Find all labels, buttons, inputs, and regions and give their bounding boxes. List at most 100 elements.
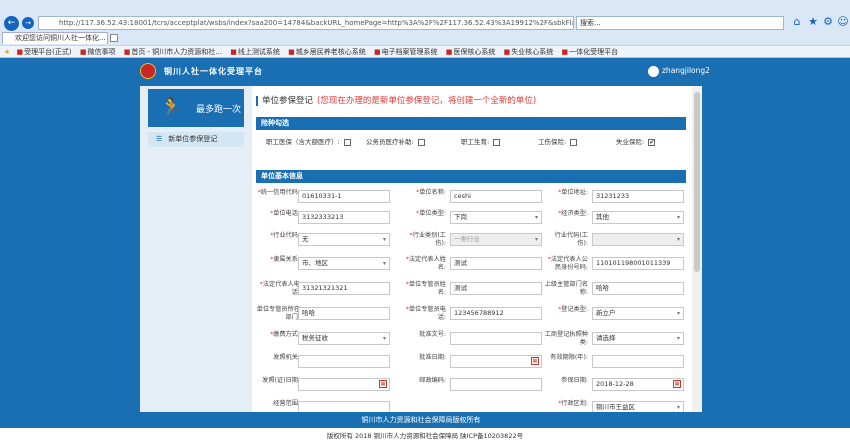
chevron-down-icon: ▾: [676, 404, 680, 411]
select-field[interactable]: 下岗 ▾: [450, 211, 542, 224]
fav-link[interactable]: ■失业核心系统: [504, 46, 554, 58]
footer-org: 铜川市人力资源和社会保障局版权所有: [140, 412, 702, 428]
input-field[interactable]: 123456788912: [450, 307, 542, 320]
forward-button[interactable]: →: [22, 17, 34, 29]
field-label: 邮政编码:: [419, 377, 446, 384]
field-label: *法定代表人电话:: [259, 281, 300, 296]
input-field: ▾: [592, 233, 684, 246]
fav-link[interactable]: ■电子档案管理系统: [374, 46, 438, 58]
field-label: *法定代表人公民身份号码:: [547, 256, 588, 271]
insurance-checkbox[interactable]: [417, 138, 425, 146]
footer-copyright: 版权所有 2018 铜川市人力资源和社会保障局 陕ICP备10203822号: [0, 428, 850, 444]
field-label: 参保日期:: [561, 377, 588, 384]
select-field[interactable]: 无 ▾: [298, 233, 390, 246]
input-field[interactable]: [298, 355, 390, 368]
field-label: 批准文号:: [419, 331, 446, 338]
date-field[interactable]: ▦: [450, 355, 542, 368]
emblem-logo: [140, 63, 156, 79]
site-header: [0, 58, 850, 86]
input-field[interactable]: 31321321321: [298, 282, 390, 295]
input-field[interactable]: 测试: [450, 257, 542, 270]
input-field: 一类行业 ▾: [450, 233, 542, 246]
chevron-down-icon: ▾: [382, 260, 386, 267]
insurance-option[interactable]: 公务员医疗补助:: [366, 136, 425, 146]
input-field[interactable]: [592, 355, 684, 368]
user-avatar-icon[interactable]: [648, 66, 659, 77]
favorites-star-icon[interactable]: ★: [806, 15, 820, 29]
field-label: 发照(证)日期:: [262, 377, 300, 384]
fav-link[interactable]: ■一体化受理平台: [562, 46, 619, 58]
chevron-down-icon: ▾: [534, 214, 538, 221]
date-field[interactable]: 2018-12-28 ▦: [592, 378, 684, 391]
field-label: *统一信用代码:: [257, 189, 300, 196]
input-field[interactable]: 01610331-1: [298, 190, 390, 203]
sidebar-logo: 🏃 最多跑一次: [148, 89, 244, 127]
select-field[interactable]: 新立户 ▾: [592, 307, 684, 320]
section-insurance: 险种勾选: [256, 117, 686, 130]
insurance-checkboxes: 职工医保（含大额医疗）: 公务员医疗补助: 职工生育: 工伤保险: 失业保险: ✔: [256, 136, 686, 150]
calendar-icon[interactable]: ▦: [673, 380, 681, 388]
fav-link[interactable]: ■线上测试系统: [230, 46, 280, 58]
input-field[interactable]: ceshi: [450, 190, 542, 203]
insurance-option[interactable]: 失业保险: ✔: [616, 136, 656, 146]
input-field[interactable]: [298, 401, 390, 412]
search-input[interactable]: 搜索...: [576, 16, 784, 30]
chevron-down-icon: ▾: [676, 335, 680, 342]
select-field[interactable]: 铜川市王益区 ▾: [592, 401, 684, 412]
chevron-down-icon: ▾: [676, 236, 680, 243]
select-field[interactable]: 其他 ▾: [592, 211, 684, 224]
field-label: 发照机关:: [273, 354, 300, 361]
page-note: (您现在办理的是新单位参保登记，将创建一个全新的单位): [317, 96, 537, 106]
browser-tab[interactable]: 欢迎您访问铜川人社一体化...: [2, 32, 108, 44]
calendar-icon[interactable]: ▦: [379, 380, 387, 388]
field-label: *单位专管员电话:: [405, 306, 446, 321]
favorites-bar: ★ ■受理平台(正式) ■微信事项 ■首页 - 铜川市人力资源和社... ■线上…: [0, 45, 850, 58]
menu-item-new-unit[interactable]: ☰ 新单位参保登记: [148, 132, 244, 147]
chevron-down-icon: ▾: [382, 236, 386, 243]
username[interactable]: zhangjilong2: [662, 66, 710, 75]
fav-link[interactable]: ■受理平台(正式): [17, 46, 72, 58]
insurance-checkbox[interactable]: [343, 138, 351, 146]
home-icon[interactable]: ⌂: [790, 15, 804, 29]
insurance-option[interactable]: 职工医保（含大额医疗）:: [266, 136, 351, 146]
fav-link[interactable]: ■城乡居民养老核心系统: [288, 46, 366, 58]
settings-gear-icon[interactable]: ⚙: [821, 15, 835, 29]
fav-link[interactable]: ■医保核心系统: [446, 46, 496, 58]
chevron-down-icon: ▾: [676, 214, 680, 221]
scrollbar-thumb[interactable]: [694, 92, 700, 272]
back-button[interactable]: ←: [4, 16, 19, 31]
input-field[interactable]: 31231233: [592, 190, 684, 203]
select-field[interactable]: 请选择 ▾: [592, 332, 684, 345]
new-tab-button[interactable]: [110, 34, 118, 42]
input-field[interactable]: 110101198001011339: [592, 257, 684, 270]
insurance-checkbox[interactable]: ✔: [648, 138, 656, 146]
input-field[interactable]: 哈哈: [592, 282, 684, 295]
input-field[interactable]: 哈哈: [298, 307, 390, 320]
section-basic-info: 单位基本信息: [256, 170, 686, 183]
list-icon: ☰: [156, 135, 163, 143]
date-field[interactable]: ▦: [298, 378, 390, 391]
smiley-icon[interactable]: ☺: [836, 15, 850, 29]
field-label: *单位名称:: [416, 189, 446, 196]
calendar-icon[interactable]: ▦: [531, 357, 539, 365]
field-label: *隶属关系:: [270, 256, 300, 263]
insurance-checkbox[interactable]: [570, 138, 578, 146]
field-label: 行业代码(工伤):: [554, 232, 588, 247]
input-field[interactable]: [450, 332, 542, 345]
fav-link[interactable]: ■微信事项: [80, 46, 116, 58]
field-label: 工商登记执照种类:: [544, 331, 588, 346]
logo-text: 最多跑一次: [196, 105, 242, 115]
field-label: *行业代码:: [270, 232, 300, 239]
insurance-option[interactable]: 工伤保险:: [538, 136, 578, 146]
select-field[interactable]: 税务征收 ▾: [298, 332, 390, 345]
insurance-checkbox[interactable]: [493, 138, 501, 146]
address-bar[interactable]: http://117.36.52.43:18001/tcrs/acceptpla…: [38, 16, 574, 30]
input-field[interactable]: [450, 378, 542, 391]
select-field[interactable]: 市、地区 ▾: [298, 257, 390, 270]
input-field[interactable]: 3132333213: [298, 211, 390, 224]
insurance-option[interactable]: 职工生育:: [461, 136, 501, 146]
input-field[interactable]: 测试: [450, 282, 542, 295]
field-label: *登记类型:: [558, 306, 588, 313]
fav-link[interactable]: ■首页 - 铜川市人力资源和社...: [124, 46, 222, 58]
runner-icon: 🏃: [160, 97, 183, 118]
